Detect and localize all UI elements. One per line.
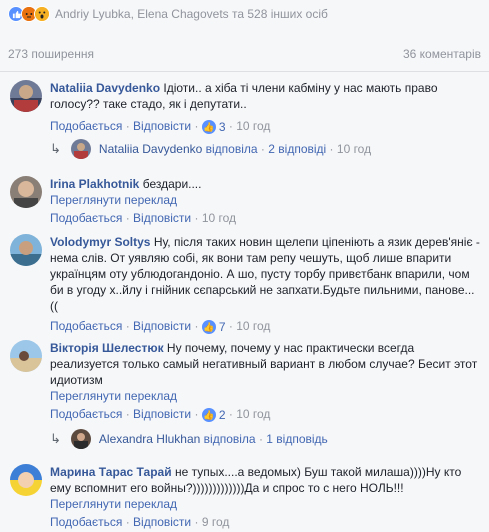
comment-time[interactable]: 10 год — [202, 211, 236, 225]
comment-time[interactable]: 9 год — [202, 515, 230, 529]
comment-author[interactable]: Volodymyr Soltys — [50, 235, 150, 249]
comment: Вікторія Шелестюк Ну почему, почему у на… — [10, 340, 481, 423]
reply-arrow-icon: ↳ — [50, 431, 61, 446]
like-icon: 👍 — [201, 120, 216, 134]
avatar[interactable] — [10, 340, 42, 372]
comment-time[interactable]: 10 год — [236, 319, 270, 333]
like-button[interactable]: Подобається — [50, 515, 122, 529]
comment-author[interactable]: Nataliia Davydenko — [50, 81, 160, 95]
like-icon: 👍 — [201, 408, 216, 422]
like-button[interactable]: Подобається — [50, 319, 122, 333]
shares-count[interactable]: 273 поширення — [8, 47, 94, 61]
comment-author[interactable]: Марина Тарас Тарай — [50, 465, 172, 479]
avatar — [70, 139, 91, 159]
see-translation-link[interactable]: Переглянути переклад — [50, 192, 481, 208]
comment: Irina Plakhotnik бездари.... Переглянути… — [10, 176, 481, 225]
avatar[interactable] — [10, 80, 42, 112]
avatar[interactable] — [10, 176, 42, 208]
divider — [0, 71, 489, 72]
wow-icon — [34, 6, 50, 22]
reply-button[interactable]: Відповісти — [133, 119, 191, 133]
avatar[interactable] — [10, 234, 42, 266]
avatar — [70, 429, 91, 449]
likes-badge[interactable]: 👍 3 — [201, 119, 226, 135]
comment-time[interactable]: 10 год — [236, 407, 270, 421]
like-icon: 👍 — [201, 320, 216, 334]
comment-author[interactable]: Irina Plakhotnik — [50, 177, 139, 191]
comment-time[interactable]: 10 год — [236, 119, 270, 133]
see-translation-link[interactable]: Переглянути переклад — [50, 388, 481, 404]
like-button[interactable]: Подобається — [50, 211, 122, 225]
comment: Марина Тарас Тарай не тупых....а ведомых… — [10, 464, 481, 530]
reply-button[interactable]: Відповісти — [133, 407, 191, 421]
comment-author[interactable]: Вікторія Шелестюк — [50, 341, 164, 355]
reply-arrow-icon: ↳ — [50, 141, 61, 156]
avatar[interactable] — [10, 464, 42, 496]
reactions-summary[interactable]: Andriy Lyubka, Elena Chagovets та 528 ін… — [8, 4, 328, 24]
reactors-names[interactable]: Andriy Lyubka, Elena Chagovets та 528 ін… — [55, 7, 328, 21]
replies-link[interactable]: ↳ Alexandra Hlukhan відповіла · 1 відпов… — [50, 429, 328, 449]
like-button[interactable]: Подобається — [50, 119, 122, 133]
see-translation-link[interactable]: Переглянути переклад — [50, 496, 481, 512]
likes-badge[interactable]: 👍 7 — [201, 319, 226, 335]
reply-button[interactable]: Відповісти — [133, 319, 191, 333]
like-button[interactable]: Подобається — [50, 407, 122, 421]
replies-link[interactable]: ↳ Nataliia Davydenko відповіла · 2 відпо… — [50, 139, 371, 159]
reply-button[interactable]: Відповісти — [133, 211, 191, 225]
comments-count[interactable]: 36 коментарів — [403, 47, 481, 61]
likes-badge[interactable]: 👍 2 — [201, 407, 226, 423]
comment-text: бездари.... — [142, 177, 202, 191]
reply-button[interactable]: Відповісти — [133, 515, 191, 529]
comment: Volodymyr Soltys Ну, після таких новин щ… — [10, 234, 481, 334]
